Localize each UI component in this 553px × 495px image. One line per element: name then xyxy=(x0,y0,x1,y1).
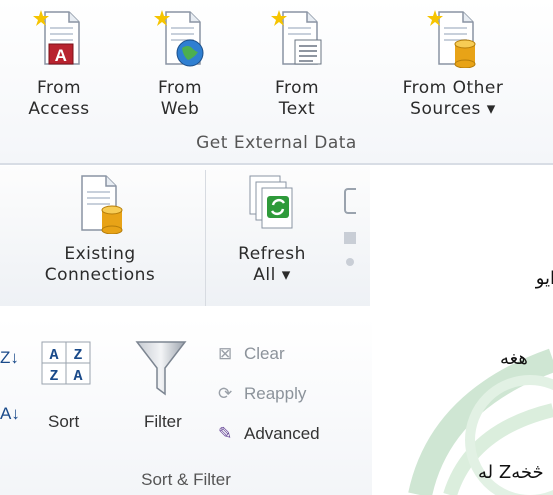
svg-text:A: A xyxy=(49,347,58,364)
from-other-sources-label-2: Sources ▾ xyxy=(410,99,496,119)
document-text-line-2: هغه xyxy=(500,348,528,369)
svg-text:Z: Z xyxy=(73,347,82,364)
existing-connections-label-2: Connections xyxy=(44,265,156,285)
sort-icon: A Z Z A xyxy=(41,341,91,385)
properties-icon[interactable] xyxy=(344,188,356,214)
refresh-all-label-2: All ▾ xyxy=(253,265,291,285)
svg-text:A: A xyxy=(55,46,68,65)
from-access-label-2: Access xyxy=(28,99,90,119)
sort-label: Sort xyxy=(48,412,80,431)
refresh-all-button[interactable]: Refresh All ▾ xyxy=(212,172,332,286)
sort-button[interactable]: A Z Z A xyxy=(40,340,92,386)
access-db-icon: A xyxy=(31,8,87,68)
from-access-button[interactable]: A From Access xyxy=(14,8,104,120)
database-file-icon xyxy=(425,8,481,69)
from-text-label-2: Text xyxy=(278,99,316,119)
from-other-sources-button[interactable]: From Other Sources ▾ xyxy=(368,8,538,120)
sort-ascending-icon[interactable]: Z↓ xyxy=(0,348,19,368)
advanced-filter-icon: ✎ xyxy=(218,424,233,443)
from-web-button[interactable]: From Web xyxy=(140,8,220,120)
filter-funnel-icon xyxy=(135,341,187,396)
filter-button[interactable] xyxy=(133,338,189,400)
clear-label: Clear xyxy=(244,344,285,363)
refresh-icon xyxy=(244,172,300,234)
document-text-line-1: ايو xyxy=(535,268,553,289)
clear-filter-button[interactable]: ⊠ Clear xyxy=(218,344,358,368)
svg-text:A: A xyxy=(73,368,82,385)
database-file-icon xyxy=(72,172,128,235)
connections-icon[interactable] xyxy=(346,258,354,266)
sort-descending-icon[interactable]: A↓ xyxy=(0,404,20,424)
edit-links-icon[interactable] xyxy=(344,232,356,244)
text-file-icon xyxy=(269,8,325,68)
filter-label: Filter xyxy=(144,412,182,431)
from-web-label-1: From xyxy=(157,78,203,98)
reapply-icon: ⟳ xyxy=(218,384,233,403)
svg-text:Z: Z xyxy=(49,368,58,385)
get-external-data-group-label: Get External Data xyxy=(196,133,357,153)
advanced-filter-button[interactable]: ✎ Advanced xyxy=(218,424,368,448)
existing-connections-label-1: Existing xyxy=(64,244,136,264)
from-text-button[interactable]: From Text xyxy=(255,8,339,120)
refresh-all-label-1: Refresh xyxy=(238,244,306,264)
reapply-button[interactable]: ⟳ Reapply xyxy=(218,384,358,408)
from-text-label-1: From xyxy=(274,78,320,98)
from-other-sources-label-1: From Other xyxy=(402,78,504,98)
from-web-label-2: Web xyxy=(160,99,200,119)
get-external-data-panel: A From Access From Web From Text From Ot… xyxy=(0,0,553,165)
advanced-label: Advanced xyxy=(244,424,320,443)
group-separator xyxy=(205,170,206,306)
clear-filter-icon: ⊠ xyxy=(218,344,233,363)
document-text-line-3: له Zڅخه xyxy=(478,462,544,483)
existing-connections-button[interactable]: Existing Connections xyxy=(0,172,200,286)
sort-filter-group-label: Sort & Filter xyxy=(141,470,231,489)
reapply-label: Reapply xyxy=(244,384,307,403)
from-access-label-1: From xyxy=(36,78,82,98)
web-globe-icon xyxy=(152,8,208,68)
